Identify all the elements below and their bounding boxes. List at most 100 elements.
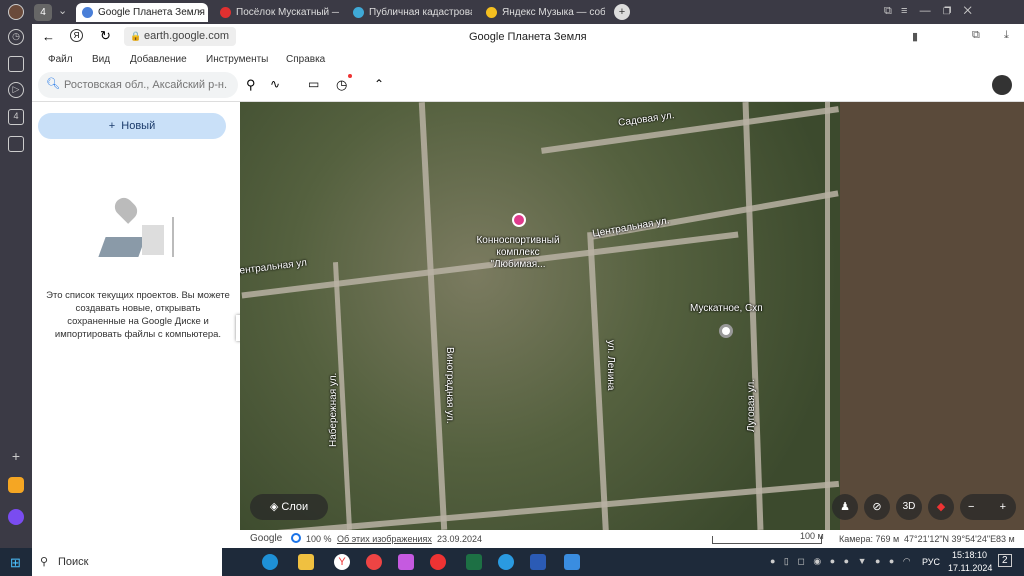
notifications-icon[interactable]: 2: [998, 554, 1012, 567]
explorer-icon[interactable]: [298, 554, 314, 570]
empty-state-text: Это список текущих проектов. Вы можете с…: [46, 290, 230, 340]
tab-google-earth[interactable]: Google Планета Земля ×: [76, 3, 208, 22]
scale-label: 100 м: [800, 531, 824, 541]
tab-yandex-music[interactable]: Яндекс Музыка — собир: [480, 3, 605, 22]
pin-icon: [220, 7, 231, 18]
excel-icon[interactable]: [466, 554, 482, 570]
street-label: Луговая ул.: [746, 378, 757, 432]
elevation: 83 м: [996, 534, 1015, 544]
edge-icon[interactable]: [262, 554, 278, 570]
account-avatar[interactable]: [992, 75, 1012, 95]
tab-cadastral[interactable]: Публичная кадастровая: [347, 3, 472, 22]
notification-dot: [348, 74, 352, 78]
collections-icon[interactable]: [8, 56, 24, 72]
history-icon[interactable]: ◷: [8, 29, 24, 45]
tab-bar: 4 ⌄ Google Планета Земля × Посёлок Мускат…: [32, 0, 1024, 24]
street-label: ул. Ленина: [605, 340, 616, 391]
new-tab-button[interactable]: +: [614, 4, 630, 20]
menu-help[interactable]: Справка: [286, 54, 325, 65]
back-icon[interactable]: ←: [42, 29, 55, 44]
extensions-icon[interactable]: ⧉: [972, 29, 980, 42]
loading-percent: 100 %: [306, 534, 332, 544]
search-icon: ⚲: [40, 556, 49, 568]
sync-icon[interactable]: [498, 554, 514, 570]
street-label: Садовая ул.: [617, 110, 676, 129]
chevron-down-icon[interactable]: ⌄: [58, 4, 67, 17]
add-icon[interactable]: +: [8, 449, 24, 466]
screenshot-icon[interactable]: [8, 136, 24, 152]
layers-button[interactable]: ◈ Слои: [250, 494, 328, 520]
system-tray-icons[interactable]: ● ▯ ◻ ◉ ● ● ▼ ● ● ◠ ● ● ● ● ■ ● ◁ ●: [770, 556, 910, 568]
yandex-icon[interactable]: [430, 554, 446, 570]
address-bar: ← Я ↻ 🔒 earth.google.com Google Планета З…: [32, 24, 1024, 50]
search-box[interactable]: 🔍︎: [38, 72, 238, 98]
media-icon[interactable]: ▷: [8, 82, 24, 98]
map-icon: [353, 7, 364, 18]
place-label[interactable]: Мускатное, Схп: [690, 303, 763, 314]
downloads-icon[interactable]: ⤓: [1004, 29, 1009, 42]
imagery-date: 23.09.2024: [437, 534, 483, 544]
street-label: Центральная ул.: [591, 215, 671, 240]
menu-file[interactable]: Файл: [48, 54, 73, 65]
3d-button[interactable]: 3D: [896, 494, 922, 520]
window-buttons[interactable]: ⧉ ≡ — ❐ ✕: [884, 5, 972, 18]
menu-view[interactable]: Вид: [92, 54, 110, 65]
new-project-button[interactable]: + Новый: [38, 113, 226, 139]
close-icon[interactable]: ×: [197, 3, 203, 22]
ruler-icon[interactable]: ▭: [308, 77, 319, 91]
about-imagery-link[interactable]: Об этих изображениях: [337, 534, 432, 544]
lock-icon: 🔒: [130, 31, 142, 41]
windows-start-icon[interactable]: ⊞: [10, 555, 21, 571]
menu-bar: Файл Вид Добавление Инструменты Справка: [32, 50, 1024, 70]
music-icon: [486, 7, 497, 18]
yandex-browser-icon[interactable]: Y: [334, 554, 350, 570]
bookmark-icon[interactable]: ▮: [912, 30, 918, 43]
tilt-icon[interactable]: ⊘: [864, 494, 890, 520]
menu-tools[interactable]: Инструменты: [206, 54, 268, 65]
tab-count-icon[interactable]: 4: [8, 109, 24, 125]
app-icon[interactable]: [8, 477, 24, 493]
street-label: Центральная ул: [240, 257, 308, 278]
satellite-map[interactable]: Садовая ул. Центральная ул. Центральная …: [240, 102, 1024, 530]
loading-icon: [291, 533, 301, 543]
clock-date[interactable]: 17.11.2024: [948, 563, 992, 573]
street-label: Виноградная ул.: [444, 347, 455, 424]
app-icon[interactable]: [398, 554, 414, 570]
reload-icon[interactable]: ↻: [100, 28, 111, 44]
yandex-icon[interactable]: Я: [70, 29, 83, 42]
tab-yandex-maps[interactable]: Посёлок Мускатный — Я: [214, 3, 339, 22]
tab-title: Публичная кадастровая: [369, 7, 472, 18]
poi-marker-icon[interactable]: [512, 213, 526, 227]
coordinates: 47°21'12"N 39°54'24"E: [904, 534, 997, 544]
place-marker-icon[interactable]: [719, 324, 733, 338]
profile-avatar[interactable]: [8, 4, 24, 20]
menu-add[interactable]: Добавление: [130, 54, 187, 65]
toolbar: 🔍︎ ⚲ ∿ ▭ ◷ ⌃: [32, 70, 1024, 102]
language-indicator[interactable]: РУС: [922, 557, 940, 567]
clock-time[interactable]: 15:18:10: [952, 550, 987, 560]
layers-label: Слои: [281, 501, 309, 513]
path-icon[interactable]: ∿: [270, 77, 280, 91]
word-icon[interactable]: [530, 554, 546, 570]
pegman-icon[interactable]: ♟: [832, 494, 858, 520]
alice-icon[interactable]: [8, 509, 24, 525]
camera-altitude: Камера: 769 м: [839, 534, 900, 544]
compass-icon[interactable]: ◆: [928, 494, 954, 520]
street-label: Набережная ул.: [328, 372, 339, 447]
taskbar-search[interactable]: ⚲ Поиск: [32, 548, 222, 576]
projects-panel: + Новый Это список текущих проектов. Вы …: [32, 102, 254, 548]
url-field[interactable]: 🔒 earth.google.com: [124, 27, 236, 46]
collapse-icon[interactable]: ⌃: [374, 77, 384, 91]
history-imagery-icon[interactable]: ◷: [336, 77, 347, 93]
tab-title: Яндекс Музыка — собир: [502, 7, 605, 18]
poi-label[interactable]: Конноспортивный комплекс "Любимая...: [468, 235, 568, 271]
zoom-out-button[interactable]: −: [968, 501, 974, 513]
tab-count[interactable]: 4: [34, 4, 52, 21]
search-input[interactable]: [64, 76, 234, 94]
placemark-icon[interactable]: ⚲: [246, 77, 256, 93]
photos-icon[interactable]: [564, 554, 580, 570]
zoom-in-button[interactable]: +: [1000, 494, 1006, 520]
empty-illustration: [92, 194, 182, 262]
chrome-icon[interactable]: [366, 554, 382, 570]
tab-title: Google Планета Земля: [98, 7, 205, 18]
